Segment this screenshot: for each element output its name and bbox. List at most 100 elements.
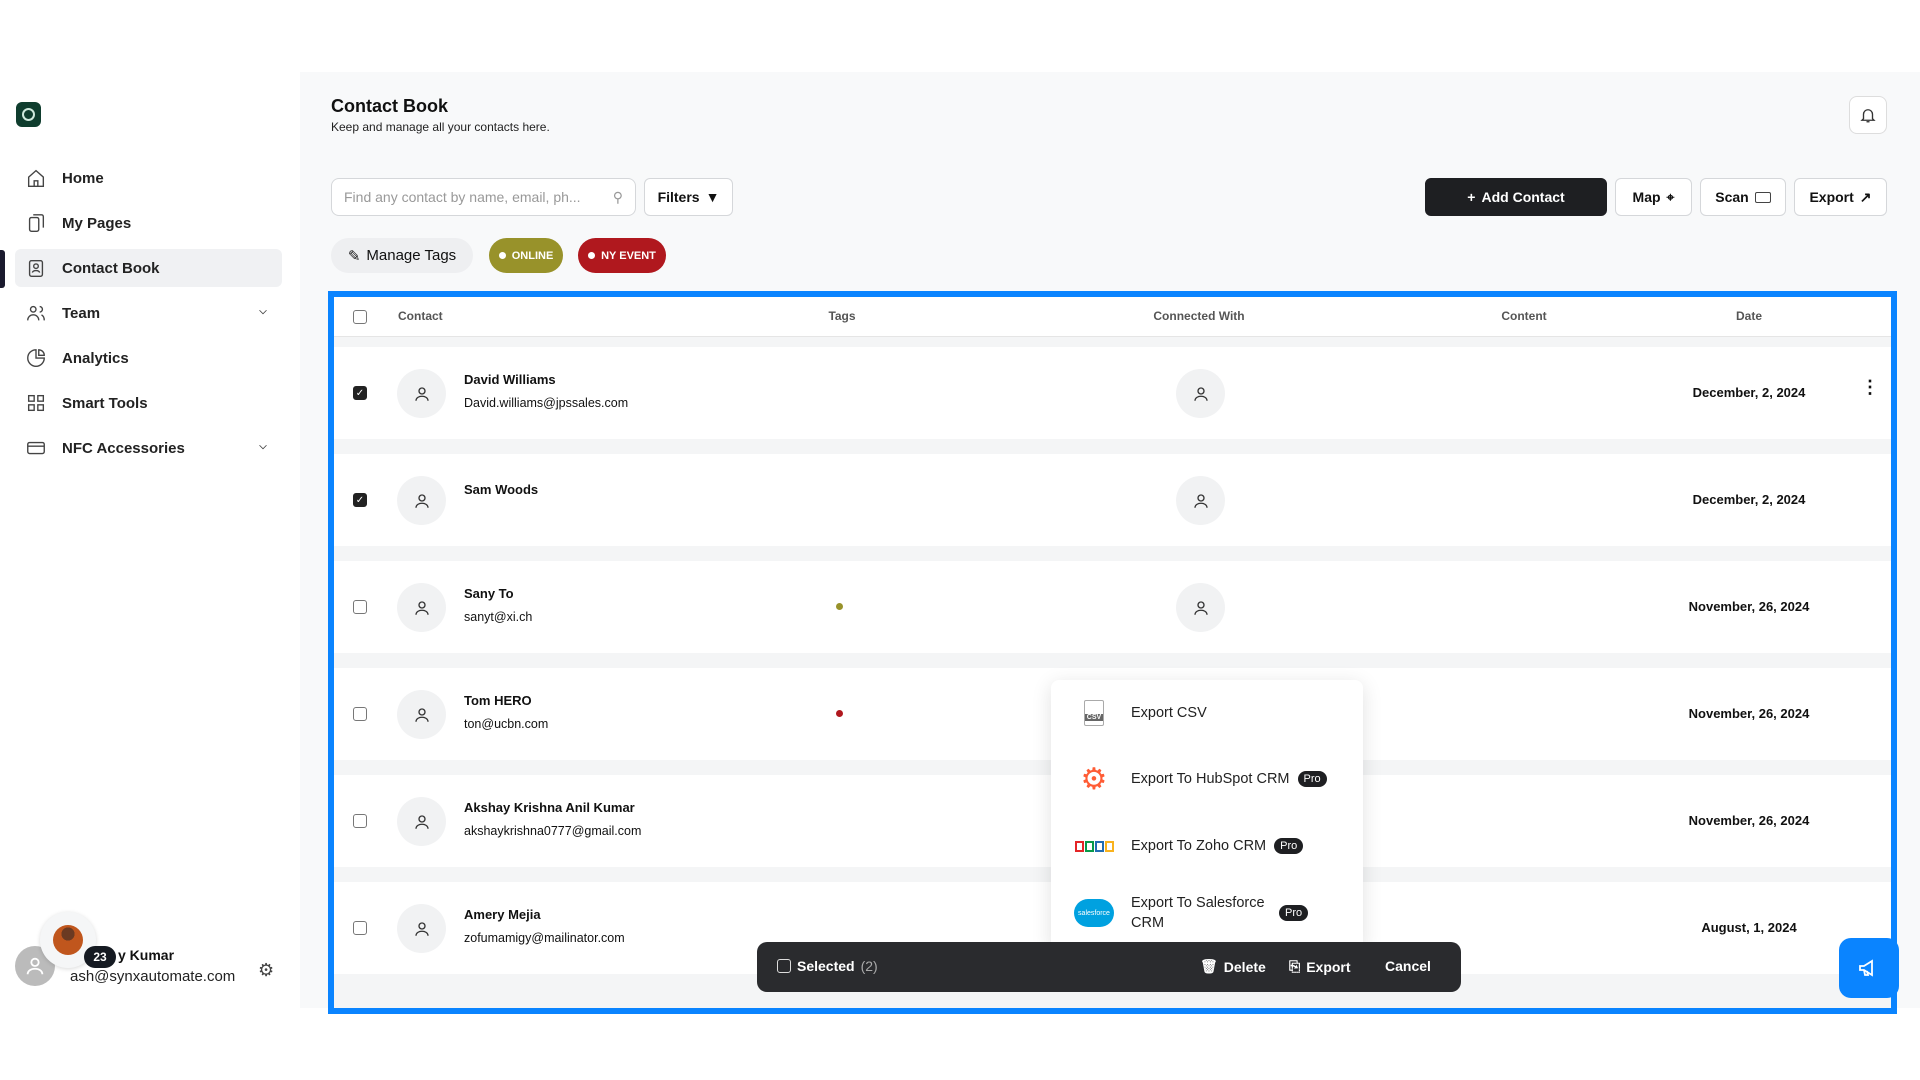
contact-book-icon (28, 259, 44, 277)
plus-icon: + (1467, 189, 1476, 205)
filters-button[interactable]: Filters ▼ (644, 178, 733, 216)
sidebar-item-smart-tools[interactable]: Smart Tools (15, 384, 282, 422)
chevron-down-icon[interactable] (256, 440, 270, 454)
export-zoho-item[interactable]: Export To Zoho CRM Pro (1051, 813, 1363, 879)
contact-date: November, 26, 2024 (1688, 706, 1810, 721)
app-logo[interactable] (16, 102, 41, 127)
zoho-icon (1069, 840, 1119, 852)
more-options-icon[interactable]: ⋮ (1861, 377, 1879, 398)
sidebar-item-home[interactable]: Home (15, 159, 282, 197)
contact-date: November, 26, 2024 (1688, 813, 1810, 828)
delete-button[interactable]: 🗑 Delete (1200, 958, 1266, 975)
map-button[interactable]: Map ⌖ (1615, 178, 1692, 216)
delete-label: Delete (1223, 958, 1266, 975)
pro-badge: Pro (1279, 905, 1309, 921)
contact-avatar-icon (397, 797, 446, 846)
export-dropdown-menu: CSV Export CSV ⚙ Export To HubSpot CRM Pro … (1051, 680, 1363, 949)
contact-name[interactable]: Tom HERO (464, 693, 532, 708)
sidebar-item-team[interactable]: Team (15, 294, 282, 332)
search-input[interactable]: Find any contact by name, email, ph... ⚲ (331, 178, 636, 216)
contact-email: akshaykrishna0777@gmail.com (464, 824, 642, 838)
pro-badge: Pro (1297, 771, 1327, 787)
contact-name[interactable]: Akshay Krishna Anil Kumar (464, 800, 635, 815)
selected-toggle[interactable]: Selected (2) (777, 958, 878, 974)
team-icon (27, 305, 45, 321)
selection-action-bar: Selected (2) 🗑 Delete ⎘ Export Cancel (757, 942, 1461, 992)
export-button[interactable]: Export ↗ (1794, 178, 1887, 216)
card-icon (27, 441, 45, 455)
sidebar-item-analytics[interactable]: Analytics (15, 339, 282, 377)
filters-label: Filters (657, 189, 700, 205)
chevron-down-icon[interactable] (256, 305, 270, 319)
notification-badge: 23 (84, 946, 116, 968)
tag-ny-event[interactable]: NY EVENT (578, 238, 666, 273)
pro-badge: Pro (1274, 838, 1304, 854)
contact-email: ton@ucbn.com (464, 717, 549, 731)
map-label: Map (1632, 189, 1661, 205)
cancel-button[interactable]: Cancel (1385, 958, 1431, 974)
tag-dot (498, 252, 506, 259)
tag-label: NY EVENT (601, 249, 656, 262)
sidebar: Home My Pages Contact Book Team Analytics Sma… (0, 0, 300, 1080)
scan-label: Scan (1715, 189, 1749, 205)
settings-gear-icon[interactable]: ⚙ (258, 960, 274, 981)
sidebar-item-my-pages[interactable]: My Pages (15, 204, 282, 242)
selected-checkbox[interactable] (777, 959, 791, 973)
export-csv-item[interactable]: CSV Export CSV (1051, 680, 1363, 746)
contact-name[interactable]: Amery Mejia (464, 907, 541, 922)
tag-online[interactable]: ONLINE (489, 238, 563, 273)
analytics-icon (27, 349, 45, 367)
selected-label: Selected (797, 958, 855, 974)
contact-avatar-icon (397, 904, 446, 953)
megaphone-icon (1859, 959, 1873, 977)
sidebar-item-label: Contact Book (62, 259, 160, 277)
row-checkbox[interactable] (353, 600, 367, 614)
add-contact-button[interactable]: + Add Contact (1425, 178, 1607, 216)
trash-icon: 🗑 (1200, 958, 1218, 974)
notifications-bell-icon[interactable] (1849, 96, 1887, 134)
selected-count: (2) (860, 958, 878, 974)
sidebar-item-label: My Pages (62, 214, 132, 232)
table-row[interactable]: ✓ David Williams David.williams@jpssales.… (334, 347, 1891, 439)
column-date: Date (1735, 309, 1762, 323)
row-checkbox[interactable]: ✓ (353, 386, 367, 400)
contact-name[interactable]: Sam Woods (464, 482, 538, 497)
row-checkbox[interactable] (353, 707, 367, 721)
add-contact-label: Add Contact (1481, 189, 1565, 205)
column-content: Content (1501, 309, 1547, 323)
menu-label: Export To HubSpot CRM (1131, 771, 1290, 787)
announcement-megaphone-button[interactable] (1839, 938, 1899, 998)
table-row[interactable]: ✓ Sam Woods December, 2, 2024 (334, 454, 1891, 546)
hubspot-icon: ⚙ (1080, 762, 1108, 796)
contact-email: zofumamigy@mailinator.com (464, 931, 625, 945)
contact-date: August, 1, 2024 (1701, 920, 1797, 935)
contact-date: December, 2, 2024 (1692, 385, 1806, 400)
sidebar-item-nfc-accessories[interactable]: NFC Accessories (15, 429, 282, 467)
row-checkbox[interactable] (353, 814, 367, 828)
grid-icon (27, 394, 45, 412)
sidebar-item-label: Home (62, 169, 104, 187)
row-checkbox[interactable] (353, 921, 367, 935)
column-connected-with: Connected With (1153, 309, 1245, 323)
tag-dot (588, 252, 596, 259)
table-row[interactable]: Sany To sanyt@xi.ch November, 26, 2024 (334, 561, 1891, 653)
export-salesforce-item[interactable]: salesforce Export To Salesforce CRM Pro (1051, 880, 1363, 946)
bar-export-button[interactable]: ⎘ Export (1289, 958, 1351, 975)
table-header: Contact Tags Connected With Content Date (334, 297, 1891, 337)
connected-user-avatar-icon (1176, 583, 1225, 632)
contact-avatar-icon (397, 690, 446, 739)
contact-name[interactable]: David Williams (464, 372, 556, 387)
manage-tags-button[interactable]: ✎ Manage Tags (331, 238, 473, 273)
contact-name[interactable]: Sany To (464, 586, 514, 601)
sidebar-item-contact-book[interactable]: Contact Book (15, 249, 282, 287)
scan-button[interactable]: Scan (1700, 178, 1786, 216)
select-all-checkbox[interactable] (353, 310, 367, 324)
export-label: Export (1809, 189, 1854, 205)
search-icon: ⚲ (612, 188, 623, 205)
id-card-icon (1754, 191, 1771, 203)
tag-dot (836, 710, 843, 717)
menu-label: Export To Zoho CRM (1131, 838, 1267, 854)
export-hubspot-item[interactable]: ⚙ Export To HubSpot CRM Pro (1051, 746, 1363, 812)
row-checkbox[interactable]: ✓ (353, 493, 367, 507)
filter-icon: ▼ (705, 189, 720, 205)
